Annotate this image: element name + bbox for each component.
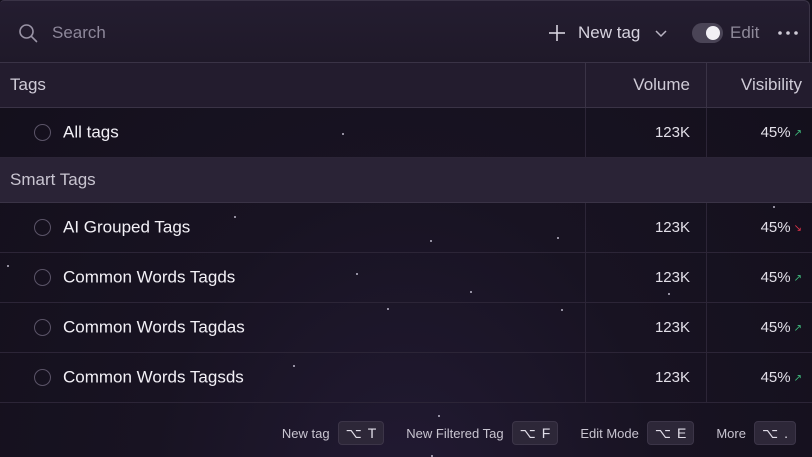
- shortcut-key-badge: ⌥ T: [337, 421, 385, 445]
- tag-visibility: 45%: [760, 124, 791, 141]
- trend-up-icon: ↗: [793, 273, 802, 284]
- tag-visibility: 45%: [760, 319, 791, 336]
- shortcut-edit-mode[interactable]: Edit Mode ⌥ E: [580, 421, 695, 445]
- shortcut-key-badge: ⌥.: [753, 421, 796, 445]
- column-header-volume[interactable]: Volume: [585, 62, 707, 108]
- table-row-all-tags[interactable]: All tags 123K 45% ↗: [0, 107, 812, 158]
- column-header-visibility[interactable]: Visibility: [706, 62, 812, 108]
- shortcut-key-badge: ⌥ E: [646, 421, 695, 445]
- plus-icon: [549, 25, 565, 41]
- trend-up-icon: ↗: [793, 323, 802, 334]
- tag-name: AI Grouped Tags: [63, 217, 191, 237]
- table-row[interactable]: AI Grouped Tags 123K 45% ↘: [0, 202, 812, 253]
- tag-name: Common Words Tagds: [63, 267, 236, 287]
- row-select-radio[interactable]: [34, 124, 51, 142]
- shortcut-more[interactable]: More ⌥.: [716, 421, 796, 445]
- option-key-icon: ⌥: [345, 424, 362, 441]
- shortcut-key: E: [677, 425, 687, 441]
- table-row[interactable]: Common Words Tagdas 123K 45% ↗: [0, 302, 812, 353]
- row-select-radio[interactable]: [34, 219, 51, 237]
- shortcut-key: T: [367, 425, 377, 441]
- shortcut-key-badge: ⌥ F: [511, 421, 559, 445]
- shortcut-key: F: [541, 425, 551, 441]
- keyboard-shortcuts-bar: New tag ⌥ T New Filtered Tag ⌥ F Edit Mode…: [260, 421, 796, 445]
- tags-table: Tags Volume Visibility All tags 123K 45%…: [0, 62, 812, 403]
- table-header-row: Tags Volume Visibility: [0, 62, 812, 108]
- table-row[interactable]: Common Words Tagsds 123K 45% ↗: [0, 352, 812, 403]
- section-header-smart-tags: Smart Tags: [0, 157, 812, 203]
- new-tag-button[interactable]: New tag: [548, 19, 668, 47]
- shortcut-label: More: [716, 425, 746, 441]
- shortcut-label: New tag: [281, 425, 330, 441]
- tag-volume: 123K: [585, 302, 707, 353]
- shortcut-label: New Filtered Tag: [406, 425, 504, 441]
- tag-visibility: 45%: [760, 369, 791, 386]
- trend-up-icon: ↗: [793, 128, 802, 139]
- shortcut-new-filtered-tag[interactable]: New Filtered Tag ⌥ F: [406, 421, 559, 445]
- edit-toggle[interactable]: [692, 23, 723, 43]
- tag-volume: 123K: [585, 352, 707, 403]
- option-key-icon: ⌥: [654, 424, 671, 441]
- edit-label: Edit: [730, 23, 760, 42]
- shortcut-new-tag[interactable]: New tag ⌥ T: [281, 421, 385, 445]
- shortcut-label: Edit Mode: [580, 425, 639, 441]
- trend-down-icon: ↘: [793, 223, 802, 234]
- top-toolbar: New tag Edit: [0, 0, 810, 62]
- tag-name: Common Words Tagdas: [63, 317, 245, 337]
- tag-name: Common Words Tagsds: [63, 367, 244, 387]
- more-options-icon[interactable]: [776, 24, 800, 42]
- option-key-icon: ⌥: [519, 424, 536, 441]
- shortcut-key: .: [784, 425, 788, 441]
- new-tag-label: New tag: [578, 23, 641, 42]
- section-label: Smart Tags: [0, 157, 812, 203]
- chevron-down-icon[interactable]: [654, 26, 668, 40]
- trend-up-icon: ↗: [793, 373, 802, 384]
- toggle-knob: [706, 26, 720, 40]
- tag-volume: 123K: [585, 107, 707, 158]
- tag-volume: 123K: [585, 252, 707, 303]
- tag-volume: 123K: [585, 202, 707, 253]
- search-input[interactable]: [50, 15, 354, 51]
- row-select-radio[interactable]: [34, 369, 51, 387]
- tag-name: All tags: [63, 122, 119, 142]
- row-select-radio[interactable]: [34, 319, 51, 337]
- row-select-radio[interactable]: [34, 269, 51, 287]
- tag-visibility: 45%: [760, 269, 791, 286]
- option-key-icon: ⌥: [761, 424, 779, 441]
- search-icon: [19, 24, 38, 43]
- table-row[interactable]: Common Words Tagds 123K 45% ↗: [0, 252, 812, 303]
- tag-visibility: 45%: [760, 219, 791, 236]
- column-header-tags[interactable]: Tags: [0, 62, 586, 108]
